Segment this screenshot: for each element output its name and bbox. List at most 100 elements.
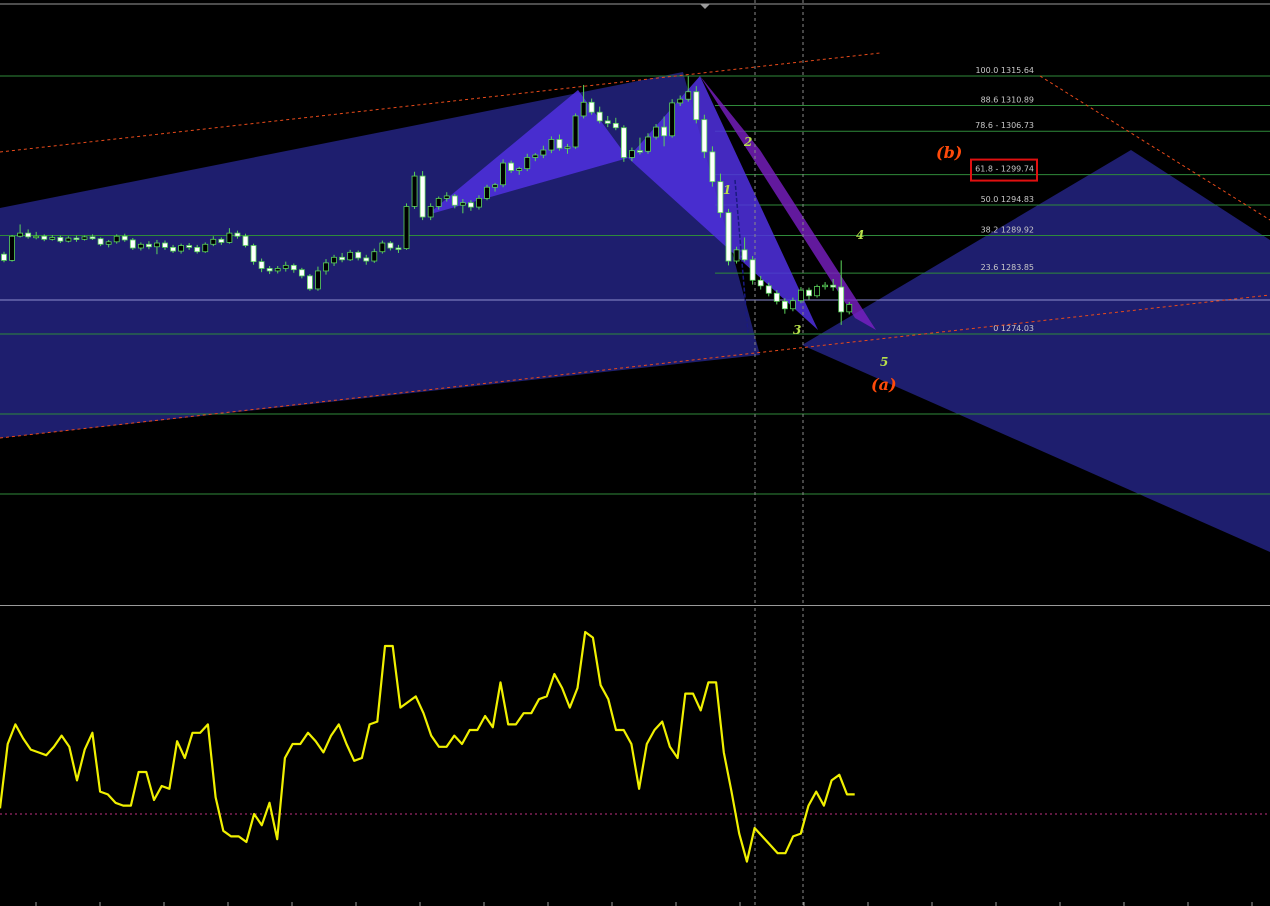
candle-body bbox=[725, 212, 732, 262]
candle-body bbox=[210, 238, 217, 245]
candle-body bbox=[830, 284, 837, 288]
fib-level-label: 78.6 - 1306.73 bbox=[975, 121, 1034, 130]
candle-body bbox=[435, 197, 442, 207]
candle-body bbox=[580, 101, 587, 117]
candle-body bbox=[121, 235, 128, 241]
candle-body bbox=[194, 246, 201, 253]
candle-body bbox=[25, 232, 32, 238]
candle bbox=[725, 208, 732, 266]
candle-body bbox=[645, 136, 651, 152]
candle-body bbox=[709, 151, 716, 183]
candle-body bbox=[596, 111, 603, 122]
candle-body bbox=[105, 241, 112, 245]
candle bbox=[701, 114, 708, 159]
candle-body bbox=[451, 195, 458, 206]
candle-body bbox=[274, 268, 281, 272]
candle bbox=[411, 171, 418, 209]
candle-body bbox=[685, 91, 692, 100]
candle-body bbox=[459, 202, 466, 206]
fib-level-label: 61.8 - 1299.74 bbox=[975, 165, 1034, 174]
candle-body bbox=[331, 256, 337, 264]
candle-body bbox=[701, 119, 708, 153]
candle-body bbox=[65, 237, 72, 242]
candle bbox=[419, 171, 426, 221]
fib-level-label: 0 1274.03 bbox=[993, 324, 1034, 333]
candle-body bbox=[41, 235, 48, 240]
candle-body bbox=[653, 126, 659, 138]
price-chart[interactable]: 100.0 1315.64 88.6 1310.89 78.6 - 1306.73 6… bbox=[0, 0, 1270, 606]
candle-body bbox=[781, 300, 788, 310]
candle-body bbox=[315, 270, 321, 290]
candle-body bbox=[524, 157, 531, 170]
candle-body bbox=[637, 150, 643, 153]
wave-label-b: (b) bbox=[936, 143, 962, 162]
candle-body bbox=[757, 279, 764, 287]
candle-body bbox=[186, 245, 193, 248]
candle-body bbox=[773, 292, 780, 302]
candle-body bbox=[250, 245, 257, 263]
oscillator-chart[interactable] bbox=[0, 608, 1270, 906]
candle-body bbox=[814, 286, 820, 297]
candle-body bbox=[540, 149, 547, 156]
candle bbox=[306, 274, 313, 291]
candle-body bbox=[532, 154, 539, 158]
candle-body bbox=[57, 237, 64, 242]
fib-level-label: 88.6 1310.89 bbox=[981, 95, 1034, 104]
candle-body bbox=[242, 235, 249, 246]
candle-body bbox=[154, 242, 160, 248]
candle-body bbox=[411, 175, 418, 207]
candle-body bbox=[669, 102, 676, 137]
candle-body bbox=[629, 150, 635, 158]
candle-body bbox=[258, 261, 265, 269]
candle-body bbox=[556, 139, 563, 149]
fib-level-label: 100.0 1315.64 bbox=[975, 66, 1034, 75]
candle-body bbox=[137, 243, 144, 249]
candle-body bbox=[548, 139, 555, 151]
candle-body bbox=[395, 247, 402, 250]
candle-body bbox=[73, 237, 80, 240]
candle bbox=[500, 159, 507, 188]
candle-body bbox=[379, 242, 386, 253]
wave-label-3: 3 bbox=[793, 323, 801, 337]
candle-body bbox=[516, 168, 523, 171]
candle-body bbox=[218, 238, 225, 243]
candle-body bbox=[484, 186, 490, 199]
candle-body bbox=[129, 239, 136, 249]
candle-body bbox=[113, 235, 120, 243]
candle bbox=[9, 234, 15, 262]
candle-body bbox=[339, 256, 346, 261]
candle-body bbox=[33, 235, 40, 239]
candle-body bbox=[81, 236, 88, 240]
candle-body bbox=[347, 251, 354, 261]
candle-body bbox=[741, 249, 748, 261]
candle-body bbox=[427, 206, 434, 218]
candle-body bbox=[306, 275, 313, 290]
candle-body bbox=[371, 251, 378, 262]
candle bbox=[129, 238, 136, 250]
wave-label-4: 4 bbox=[856, 228, 864, 242]
wave-label-a: (a) bbox=[871, 375, 897, 394]
candle-body bbox=[1, 253, 7, 261]
candle bbox=[572, 113, 579, 149]
candle-body bbox=[798, 289, 804, 302]
candle-body bbox=[677, 98, 684, 104]
candle-body bbox=[363, 257, 370, 262]
candle-body bbox=[733, 249, 740, 262]
candle bbox=[749, 256, 756, 285]
candle bbox=[709, 146, 716, 187]
candle-body bbox=[49, 237, 56, 240]
candle-body bbox=[202, 243, 209, 253]
candle-body bbox=[162, 242, 168, 248]
candle-body bbox=[290, 264, 297, 271]
candle-body bbox=[355, 251, 362, 259]
candle bbox=[484, 184, 490, 201]
candle-body bbox=[790, 300, 796, 310]
candle-body bbox=[419, 175, 426, 218]
candle-body bbox=[572, 115, 579, 148]
candle-body bbox=[178, 245, 185, 252]
candle-body bbox=[612, 122, 619, 129]
wave-label-5: 5 bbox=[880, 355, 888, 369]
fib-level-label: 38.2 1289.92 bbox=[981, 225, 1034, 234]
candle-body bbox=[693, 91, 700, 121]
candle-body bbox=[226, 232, 233, 243]
